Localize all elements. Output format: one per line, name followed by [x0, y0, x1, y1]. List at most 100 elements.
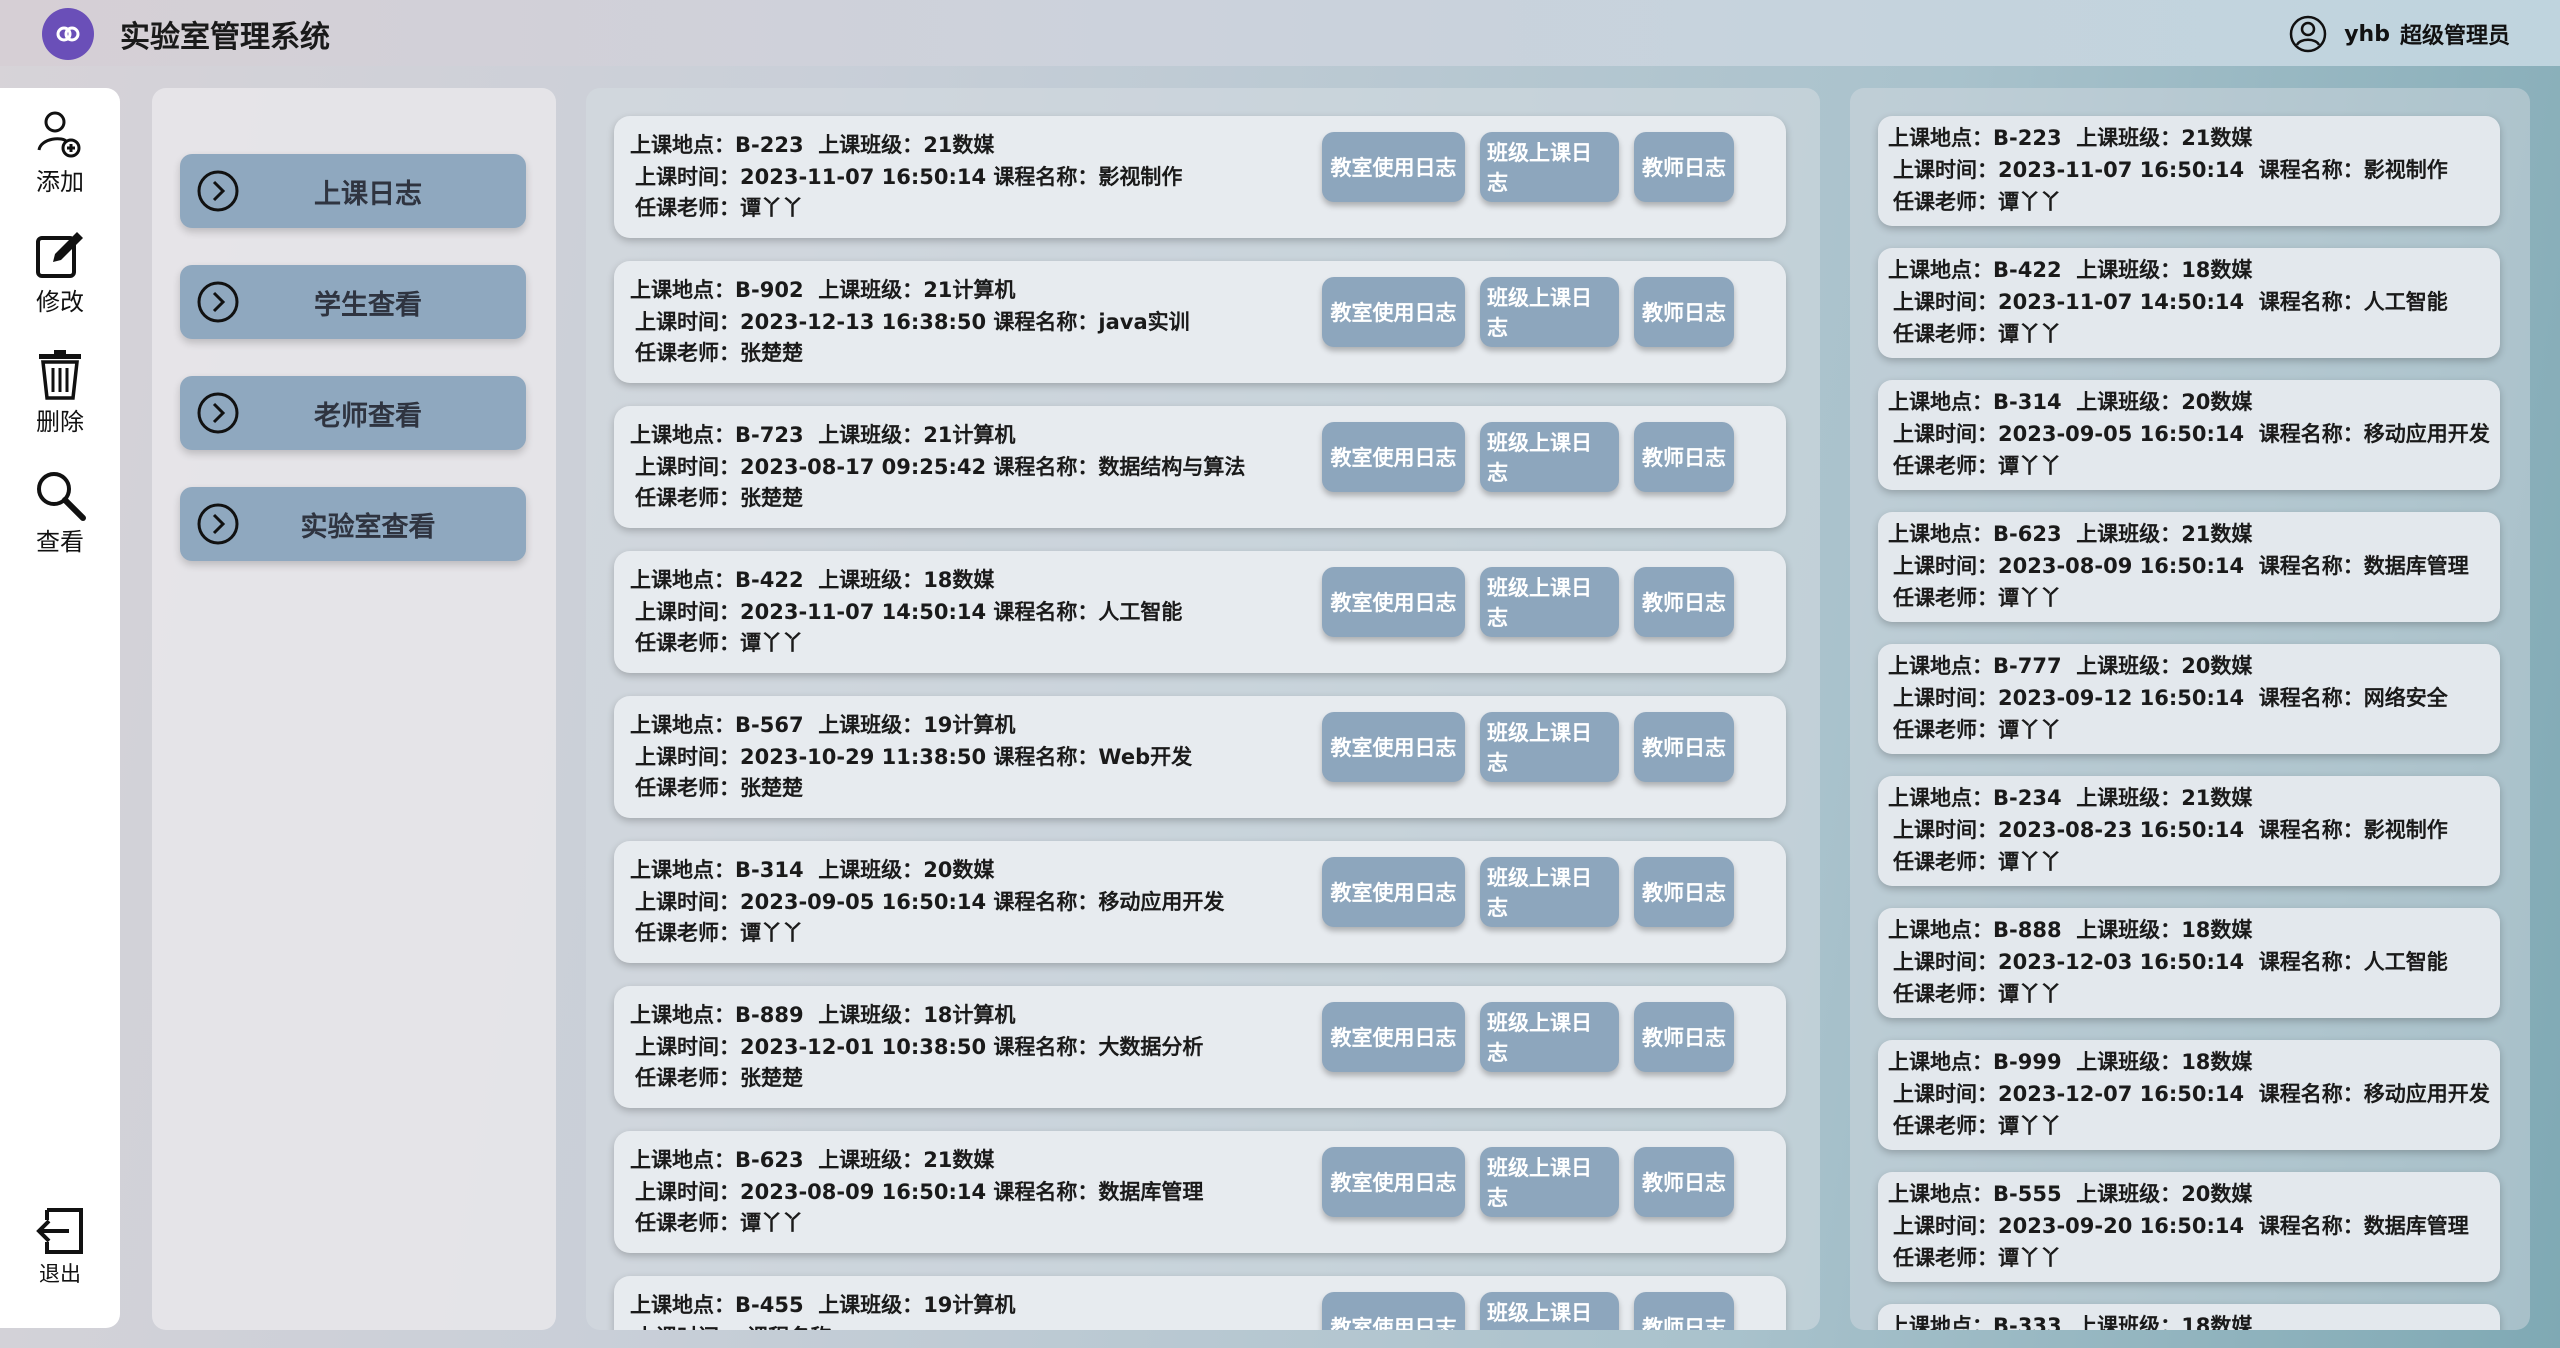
course-label: 课程名称： [2258, 818, 2364, 842]
teacher-value: 谭丫丫 [740, 196, 803, 220]
location-value: B-999 [1993, 1050, 2062, 1074]
time-value: 2023-09-05 16:50:14 [740, 889, 987, 914]
room-log-button[interactable]: 教室使用日志 [1322, 857, 1465, 927]
location-class-line: 上课地点：B-223 上课班级：21数媒 [1888, 122, 2448, 154]
time-course-line: 上课时间：2023-11-07 16:50:14 课程名称：影视制作 [1888, 154, 2448, 186]
teacher-line: 任课老师：谭丫丫 [1888, 714, 2448, 746]
teacher-log-button[interactable]: 教师日志 [1634, 712, 1734, 782]
time-value: 2023-10-29 11:38:50 [740, 744, 987, 769]
room-log-button[interactable]: 教室使用日志 [1322, 132, 1465, 202]
teacher-log-button[interactable]: 教师日志 [1634, 422, 1734, 492]
teacher-label: 任课老师： [1893, 1114, 1998, 1138]
class-log-button[interactable]: 班级上课日志 [1480, 857, 1619, 927]
recent-log-card[interactable]: 上课地点：B-555 上课班级：20数媒 上课时间：2023-09-20 16:… [1878, 1172, 2500, 1282]
nav-student-view[interactable]: 学生查看 [180, 265, 526, 339]
course-value: 数据结构与算法 [1098, 454, 1246, 479]
teacher-label: 任课老师： [635, 196, 740, 220]
teacher-label: 任课老师： [635, 1211, 740, 1235]
class-log-button[interactable]: 班级上课日志 [1480, 132, 1619, 202]
recent-log-card[interactable]: 上课地点：B-999 上课班级：18数媒 上课时间：2023-12-07 16:… [1878, 1040, 2500, 1150]
teacher-log-button[interactable]: 教师日志 [1634, 1292, 1734, 1330]
user-menu[interactable]: yhb 超级管理员 [2288, 12, 2510, 56]
class-log-button[interactable]: 班级上课日志 [1480, 1002, 1619, 1072]
nav-teacher-view[interactable]: 老师查看 [180, 376, 526, 450]
teacher-log-button[interactable]: 教师日志 [1634, 132, 1734, 202]
time-label: 上课时间： [1893, 158, 1998, 182]
location-class-line: 上课地点：B-902 上课班级：21计算机 [630, 275, 1190, 307]
course-value: 数据库管理 [2363, 1214, 2469, 1238]
room-log-button[interactable]: 教室使用日志 [1322, 277, 1465, 347]
teacher-label: 任课老师： [635, 776, 740, 800]
class-log-button[interactable]: 班级上课日志 [1480, 277, 1619, 347]
teacher-line: 任课老师：谭丫丫 [630, 193, 1182, 225]
class-log-button[interactable]: 班级上课日志 [1480, 567, 1619, 637]
course-value: 人工智能 [2363, 950, 2448, 974]
nav-class-log[interactable]: 上课日志 [180, 154, 526, 228]
teacher-label: 任课老师： [1893, 982, 1998, 1006]
teacher-value: 谭丫丫 [1998, 454, 2061, 478]
log-card: 上课地点：B-889 上课班级：18计算机 上课时间：2023-12-01 10… [614, 986, 1786, 1108]
room-log-button[interactable]: 教室使用日志 [1322, 712, 1465, 782]
recent-log-list[interactable]: 上课地点：B-223 上课班级：21数媒 上课时间：2023-11-07 16:… [1850, 88, 2530, 1330]
nav-lab-view[interactable]: 实验室查看 [180, 487, 526, 561]
view-button[interactable]: 查看 [0, 468, 120, 557]
class-value: 20数媒 [2181, 1182, 2253, 1206]
recent-log-card[interactable]: 上课地点：B-223 上课班级：21数媒 上课时间：2023-11-07 16:… [1878, 116, 2500, 226]
teacher-log-button[interactable]: 教师日志 [1634, 1002, 1734, 1072]
teacher-label: 任课老师： [1893, 1246, 1998, 1270]
location-value: B-723 [735, 423, 804, 447]
add-button[interactable]: 添加 [0, 108, 120, 197]
class-value: 18数媒 [923, 568, 995, 592]
time-course-line: 上课时间：2023-10-29 11:38:50 课程名称：Web开发 [630, 742, 1192, 774]
class-value: 21计算机 [923, 278, 1016, 302]
location-value: B-333 [1993, 1314, 2062, 1330]
edit-button[interactable]: 修改 [0, 228, 120, 317]
teacher-log-button[interactable]: 教师日志 [1634, 277, 1734, 347]
room-log-button[interactable]: 教室使用日志 [1322, 567, 1465, 637]
recent-log-card[interactable]: 上课地点：B-623 上课班级：21数媒 上课时间：2023-08-09 16:… [1878, 512, 2500, 622]
teacher-value: 谭丫丫 [1998, 322, 2061, 346]
location-label: 上课地点： [630, 858, 735, 882]
recent-log-card[interactable]: 上课地点：B-234 上课班级：21数媒 上课时间：2023-08-23 16:… [1878, 776, 2500, 886]
logout-icon [36, 1208, 83, 1254]
recent-log-card[interactable]: 上课地点：B-333 上课班级：18数媒 上课时间： 课程名称： 任课老师： [1878, 1304, 2500, 1330]
class-value: 20数媒 [2181, 390, 2253, 414]
teacher-label: 任课老师： [1893, 454, 1998, 478]
course-value: 数据库管理 [2363, 554, 2469, 578]
location-class-line: 上课地点：B-333 上课班级：18数媒 [1888, 1310, 2252, 1330]
class-log-button[interactable]: 班级上课日志 [1480, 712, 1619, 782]
room-log-button[interactable]: 教室使用日志 [1322, 422, 1465, 492]
room-log-button[interactable]: 教室使用日志 [1322, 1292, 1465, 1330]
recent-log-card[interactable]: 上课地点：B-314 上课班级：20数媒 上课时间：2023-09-05 16:… [1878, 380, 2500, 490]
time-value: 2023-12-03 16:50:14 [1998, 950, 2245, 974]
time-course-line: 上课时间：2023-11-07 14:50:14 课程名称：人工智能 [1888, 286, 2448, 318]
class-log-button[interactable]: 班级上课日志 [1480, 1292, 1619, 1330]
teacher-log-button[interactable]: 教师日志 [1634, 1147, 1734, 1217]
class-log-button[interactable]: 班级上课日志 [1480, 1147, 1619, 1217]
class-log-button[interactable]: 班级上课日志 [1480, 422, 1619, 492]
teacher-label: 任课老师： [1893, 190, 1998, 214]
logout-button[interactable]: 退出 [0, 1204, 120, 1288]
recent-log-card[interactable]: 上课地点：B-888 上课班级：18数媒 上课时间：2023-12-03 16:… [1878, 908, 2500, 1018]
teacher-value: 谭丫丫 [1998, 1246, 2061, 1270]
location-value: B-422 [735, 568, 804, 592]
room-log-button[interactable]: 教室使用日志 [1322, 1147, 1465, 1217]
recent-log-card[interactable]: 上课地点：B-777 上课班级：20数媒 上课时间：2023-09-12 16:… [1878, 644, 2500, 754]
location-class-line: 上课地点：B-223 上课班级：21数媒 [630, 130, 1182, 162]
location-label: 上课地点： [630, 133, 735, 157]
class-log-list[interactable]: 上课地点：B-223 上课班级：21数媒 上课时间：2023-11-07 16:… [586, 88, 1820, 1330]
class-label: 上课班级： [2076, 1050, 2182, 1074]
location-class-line: 上课地点：B-422 上课班级：18数媒 [630, 565, 1182, 597]
course-label: 课程名称： [2258, 290, 2364, 314]
teacher-log-button[interactable]: 教师日志 [1634, 857, 1734, 927]
location-value: B-223 [735, 133, 804, 157]
teacher-log-button[interactable]: 教师日志 [1634, 567, 1734, 637]
delete-button[interactable]: 删除 [0, 348, 120, 437]
recent-log-card[interactable]: 上课地点：B-422 上课班级：18数媒 上课时间：2023-11-07 14:… [1878, 248, 2500, 358]
log-card: 上课地点：B-723 上课班级：21计算机 上课时间：2023-08-17 09… [614, 406, 1786, 528]
room-log-button[interactable]: 教室使用日志 [1322, 1002, 1465, 1072]
link-icon [56, 26, 80, 42]
class-value: 18计算机 [923, 1003, 1016, 1027]
search-icon [37, 472, 86, 521]
app-logo [42, 8, 94, 60]
